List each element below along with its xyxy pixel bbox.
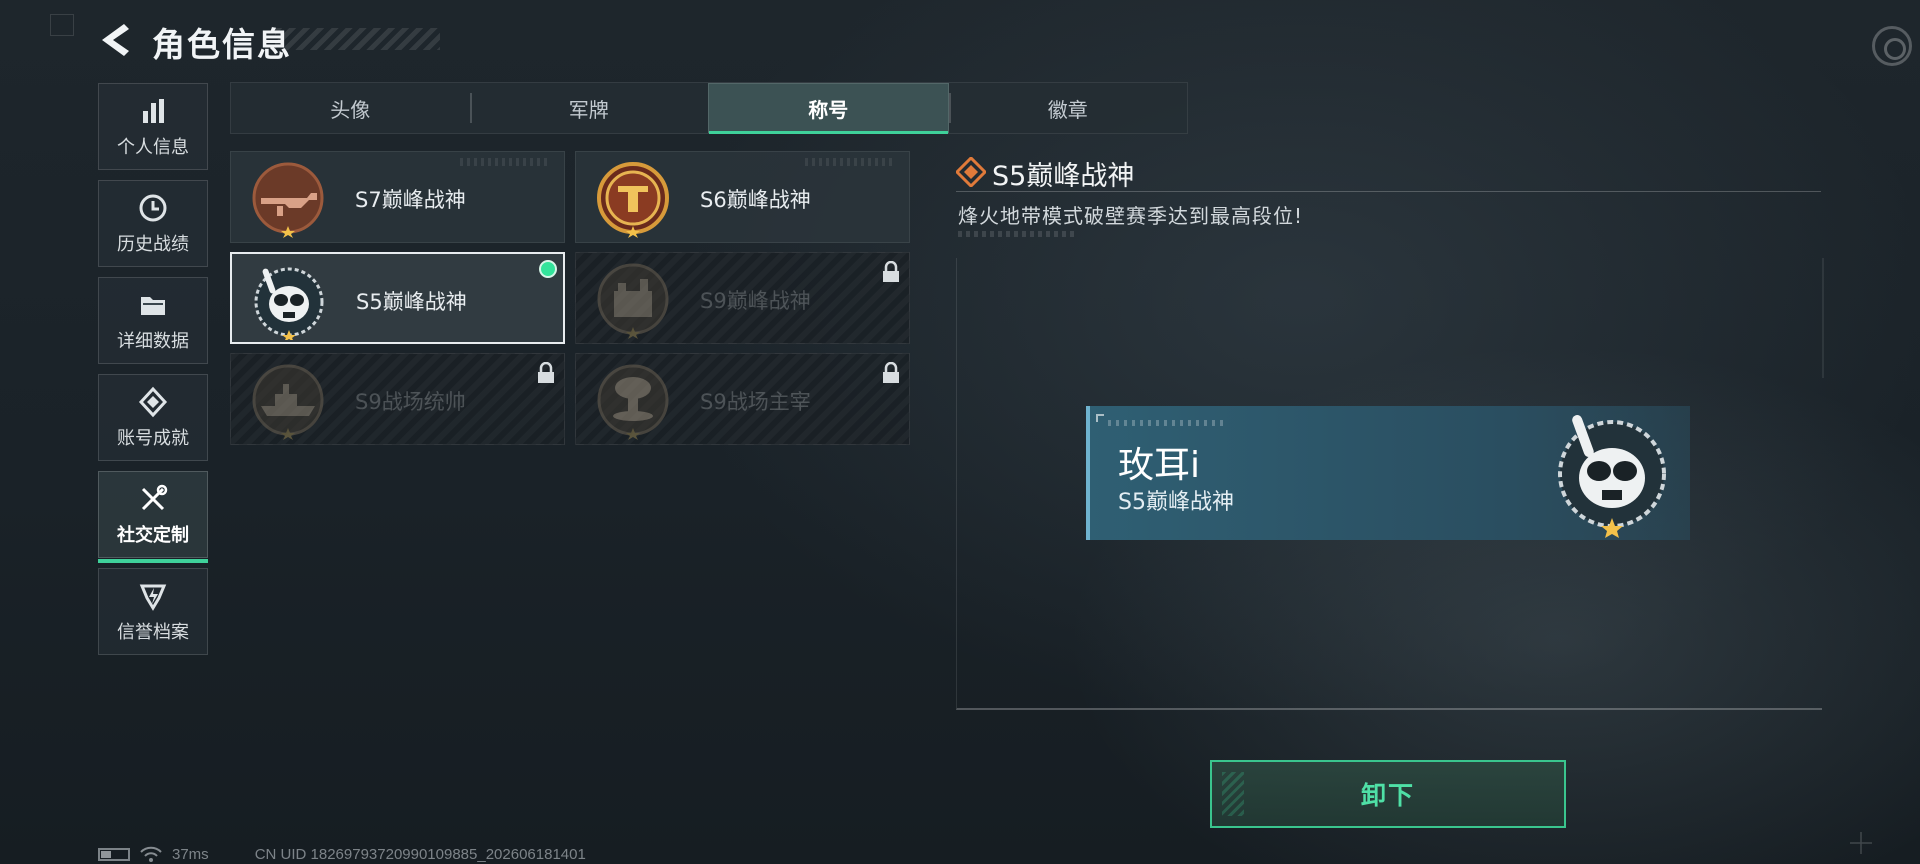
player-title: S5巅峰战神 xyxy=(1118,490,1234,515)
name-card-preview: 玫耳i S5巅峰战神 xyxy=(1086,406,1690,540)
skull-mask-emblem-icon xyxy=(1558,415,1666,538)
lock-icon xyxy=(883,261,899,282)
title-card-s6[interactable]: S6巅峰战神 xyxy=(575,151,910,243)
title-card-label: S7巅峰战神 xyxy=(355,188,466,212)
tab-dog-tag[interactable]: 军牌 xyxy=(469,83,709,133)
card-corner-mark xyxy=(1096,414,1104,422)
equipped-indicator xyxy=(539,260,557,278)
crosshair-icon xyxy=(1850,832,1872,854)
warship-emblem-icon xyxy=(252,364,324,440)
tab-bar: 头像 军牌 称号 徽章 xyxy=(230,82,1188,134)
clock-icon xyxy=(139,194,167,221)
folder-icon xyxy=(141,296,165,315)
sidebar-item-label: 个人信息 xyxy=(117,136,189,158)
title-diamond-icon xyxy=(956,157,986,187)
fortress-emblem-icon xyxy=(597,263,669,339)
sidebar-item-detailed-data[interactable]: 详细数据 xyxy=(98,277,208,364)
sidebar-item-personal-info[interactable]: 个人信息 xyxy=(98,83,208,170)
title-card-s9-commander[interactable]: S9战场统帅 xyxy=(230,353,565,445)
tab-title[interactable]: 称号 xyxy=(708,83,949,134)
corner-frame-mark xyxy=(50,14,74,36)
title-card-s9-dominator[interactable]: S9战场主宰 xyxy=(575,353,910,445)
status-bar: 37ms CN UID 18269793720990109885_2026061… xyxy=(98,844,586,864)
back-arrow-icon xyxy=(102,24,129,56)
divider xyxy=(956,191,1821,192)
sidebar-item-label: 账号成就 xyxy=(117,427,189,449)
title-card-label: S9巅峰战神 xyxy=(700,289,811,313)
description-decoration xyxy=(958,231,1078,237)
title-decoration xyxy=(275,28,440,50)
page-title: 角色信息 xyxy=(152,25,292,64)
title-card-s5[interactable]: S5巅峰战神 xyxy=(230,252,565,344)
selected-title-name: S5巅峰战神 xyxy=(992,161,1135,192)
tools-icon xyxy=(141,484,168,510)
mushroom-cloud-emblem-icon xyxy=(597,364,669,440)
achievement-icon xyxy=(138,386,168,417)
sidebar-item-label: 历史战绩 xyxy=(117,233,189,255)
card-decoration xyxy=(460,158,550,166)
title-card-label: S6巅峰战神 xyxy=(700,188,811,212)
lock-icon xyxy=(883,362,899,383)
card-decoration xyxy=(1108,420,1228,426)
sidebar: 个人信息 历史战绩 详细数据 账号成就 社交定制 信誉档案 xyxy=(98,83,208,665)
title-card-label: S9战场统帅 xyxy=(355,390,466,414)
unequip-button[interactable]: 卸下 xyxy=(1210,760,1566,828)
sidebar-item-label: 信誉档案 xyxy=(117,621,189,643)
skull-mask-emblem-icon xyxy=(254,267,324,340)
selected-title-description: 烽火地带模式破壁赛季达到最高段位! xyxy=(958,204,1304,228)
rifle-emblem-icon xyxy=(252,162,324,238)
title-card-label: S5巅峰战神 xyxy=(356,290,467,314)
battery-icon xyxy=(98,847,130,861)
title-card-s9-peak[interactable]: S9巅峰战神 xyxy=(575,252,910,344)
tab-avatar[interactable]: 头像 xyxy=(231,83,470,133)
card-decoration xyxy=(805,158,895,166)
sidebar-item-label: 社交定制 xyxy=(117,524,189,546)
sidebar-item-social-custom[interactable]: 社交定制 xyxy=(98,471,208,563)
ping-text: 37ms xyxy=(172,845,209,863)
settings-icon[interactable] xyxy=(1872,26,1912,66)
tab-badge[interactable]: 徽章 xyxy=(948,83,1188,133)
sidebar-item-label: 详细数据 xyxy=(117,330,189,352)
lock-icon xyxy=(538,362,554,383)
title-card-label: S9战场主宰 xyxy=(700,390,811,414)
sidebar-item-credibility[interactable]: 信誉档案 xyxy=(98,568,208,655)
player-name: 玫耳i xyxy=(1118,445,1201,486)
uid-text: CN UID 18269793720990109885_202606181401 xyxy=(254,845,586,863)
title-card-s7[interactable]: S7巅峰战神 xyxy=(230,151,565,243)
bar-chart-icon xyxy=(143,98,164,123)
wifi-icon xyxy=(140,846,162,862)
sidebar-item-achievements[interactable]: 账号成就 xyxy=(98,374,208,461)
credibility-icon xyxy=(139,584,167,611)
back-button[interactable] xyxy=(96,20,136,60)
crest-emblem-icon xyxy=(597,162,669,238)
sidebar-item-history[interactable]: 历史战绩 xyxy=(98,180,208,267)
